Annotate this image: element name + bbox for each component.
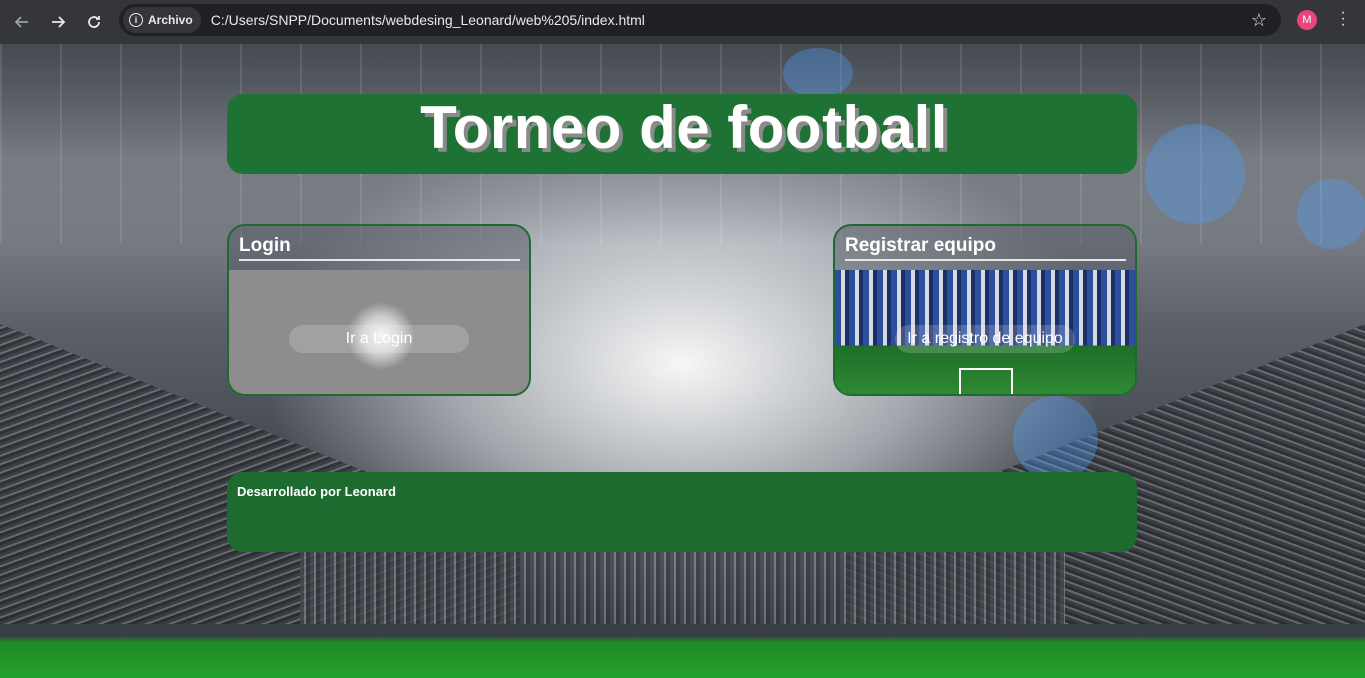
login-button[interactable]: Ir a Login: [289, 325, 469, 353]
kebab-menu-icon[interactable]: · · ·: [1333, 5, 1353, 33]
url-text[interactable]: C:/Users/SNPP/Documents/webdesing_Leonar…: [211, 12, 645, 28]
register-team-button[interactable]: Ir a registro de equipo: [895, 325, 1075, 353]
page-header: Torneo de football: [227, 94, 1137, 174]
lens-flare: [1145, 124, 1245, 224]
register-card-title: Registrar equipo: [845, 235, 1126, 261]
stadium-pitch: [0, 624, 1365, 678]
goal-post: [959, 368, 1013, 394]
info-icon: i: [129, 13, 143, 27]
site-info-label: Archivo: [148, 13, 193, 27]
back-icon[interactable]: [4, 4, 40, 40]
lens-flare: [783, 48, 853, 98]
footer-credit: Desarrollado por Leonard: [237, 484, 396, 499]
lens-flare: [1013, 396, 1098, 481]
page-footer: Desarrollado por Leonard: [227, 472, 1137, 552]
register-card: Registrar equipo Ir a registro de equipo: [833, 224, 1137, 396]
reload-icon[interactable]: [76, 4, 112, 40]
address-bar[interactable]: i Archivo C:/Users/SNPP/Documents/webdes…: [119, 4, 1281, 36]
page-viewport: Torneo de football Login Ir a Login Regi…: [0, 44, 1365, 678]
forward-icon[interactable]: [40, 4, 76, 40]
lens-flare: [1297, 179, 1365, 249]
bookmark-star-icon[interactable]: ☆: [1251, 10, 1267, 31]
profile-avatar[interactable]: M: [1297, 10, 1317, 30]
browser-toolbar: i Archivo C:/Users/SNPP/Documents/webdes…: [0, 0, 1365, 44]
page-title: Torneo de football: [420, 93, 948, 161]
login-card-title: Login: [239, 235, 520, 261]
login-card: Login Ir a Login: [227, 224, 531, 396]
site-info-chip[interactable]: i Archivo: [123, 7, 201, 33]
